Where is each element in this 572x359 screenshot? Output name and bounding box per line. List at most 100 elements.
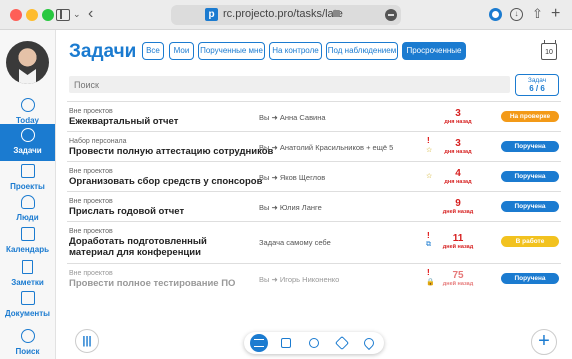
menu-button[interactable]: ||| <box>75 329 99 353</box>
extension-icon[interactable] <box>489 8 502 21</box>
task-project: Вне проектов <box>69 270 113 277</box>
back-arrow-icon[interactable]: ‹ <box>88 5 93 23</box>
status-badge: Поручена <box>501 273 559 284</box>
calendar-icon <box>21 227 35 241</box>
task-project: Вне проектов <box>69 198 113 205</box>
days-overdue: 4 дня назад <box>444 168 472 185</box>
status-badge: В работе <box>501 236 559 247</box>
archive-icon <box>21 291 35 305</box>
reload-icon[interactable] <box>385 9 397 21</box>
calendar-day-icon[interactable]: 10 <box>541 40 557 60</box>
notes-icon <box>22 260 33 274</box>
task-assignment: Вы ➜ Игорь Никоненко <box>259 275 340 284</box>
sidebar-item-calendar[interactable]: Календарь <box>0 223 55 260</box>
days-overdue: 3 дня назад <box>444 108 472 125</box>
sidebar-item-documents[interactable]: Документы <box>0 287 55 324</box>
lock-icon: 🔒 <box>426 279 435 286</box>
compass-icon <box>21 98 35 112</box>
chevron-down-icon[interactable]: ⌄ <box>73 9 81 20</box>
sidebar-item-search[interactable]: Поиск <box>0 325 55 359</box>
task-title: Ежеквартальный отчет <box>69 116 179 127</box>
days-overdue: 3 дня назад <box>444 138 472 155</box>
sidebar-item-label: Задачи <box>13 146 42 155</box>
star-icon[interactable]: ☆ <box>426 172 432 180</box>
star-icon[interactable]: ☆ <box>426 146 432 154</box>
sidebar-item-label: Проекты <box>10 182 45 191</box>
list-icon[interactable] <box>250 334 268 352</box>
sidebar-toggle-icon[interactable] <box>56 9 70 21</box>
filter-on-control-button[interactable]: На контроле <box>269 42 322 60</box>
lock-icon <box>333 10 340 17</box>
task-title: Доработать подготовленный материал для к… <box>69 236 207 258</box>
people-icon[interactable] <box>305 334 323 352</box>
status-badge: Поручена <box>501 201 559 212</box>
status-badge: Поручена <box>501 171 559 182</box>
briefcase-icon <box>21 164 35 178</box>
sidebar-item-label: Документы <box>5 309 50 318</box>
page-title: Задачи <box>69 41 137 62</box>
download-icon[interactable]: ↓ <box>510 8 523 21</box>
task-project: Вне проектов <box>69 228 113 235</box>
task-assignment: Вы ➜ Яков Щеглов <box>259 173 326 182</box>
priority-flag-icon: ! <box>427 136 430 145</box>
close-window-button[interactable] <box>10 9 22 21</box>
tag-icon[interactable] <box>333 334 351 352</box>
days-overdue: 9 дней назад <box>442 198 474 215</box>
site-favicon-icon: p <box>205 8 218 21</box>
address-bar[interactable]: p rc.projecto.pro/tasks/late <box>171 5 401 25</box>
task-title: Прислать годовой отчет <box>69 206 185 217</box>
new-tab-icon[interactable]: + <box>551 5 560 23</box>
avatar[interactable] <box>6 41 49 84</box>
sidebar: Today Задачи Проекты Люди Календарь Заме… <box>0 30 56 359</box>
table-row[interactable]: Вне проектов Прислать годовой отчет Вы ➜… <box>67 191 561 221</box>
bottom-toolbar <box>244 332 384 354</box>
minimize-window-button[interactable] <box>26 9 38 21</box>
check-circle-icon <box>21 128 35 142</box>
task-project: Вне проектов <box>69 108 113 115</box>
task-assignment: Задача самому себе <box>259 238 331 247</box>
person-icon <box>21 195 35 209</box>
sidebar-item-tasks[interactable]: Задачи <box>0 124 55 161</box>
app-window: Today Задачи Проекты Люди Календарь Заме… <box>0 30 572 359</box>
table-row[interactable]: Вне проектов Провести полное тестировани… <box>67 263 561 293</box>
table-row[interactable]: Вне проектов Организовать сбор средств у… <box>67 161 561 191</box>
sidebar-item-label: Люди <box>16 213 39 222</box>
task-assignment: Вы ➜ Анна Савина <box>259 113 326 122</box>
sidebar-item-label: Календарь <box>5 245 50 254</box>
filter-overdue-button[interactable]: Просроченные <box>402 42 466 60</box>
table-row[interactable]: Набор персонала Провести полную аттестац… <box>67 131 561 161</box>
filter-all-button[interactable]: Все <box>142 42 164 60</box>
counter-label: Задач <box>527 77 547 84</box>
url-text: rc.projecto.pro/tasks/late <box>223 8 343 20</box>
share-icon[interactable]: ⇧ <box>532 6 543 22</box>
filter-mine-button[interactable]: Мои <box>169 42 194 60</box>
task-assignment: Вы ➜ Юлия Ланге <box>259 203 322 212</box>
task-title: Провести полное тестирование ПО <box>69 278 236 289</box>
task-title: Провести полную аттестацию сотрудников <box>69 146 274 157</box>
filter-assigned-to-me-button[interactable]: Порученные мне <box>198 42 265 60</box>
task-project: Вне проектов <box>69 168 113 175</box>
sidebar-item-label: Поиск <box>15 347 40 356</box>
days-overdue: 11 дней назад <box>442 233 474 250</box>
task-title: Организовать сбор средств у спонсоров <box>69 176 263 187</box>
priority-flag-icon: ! <box>427 268 430 277</box>
sidebar-item-label: Заметки <box>11 278 44 287</box>
table-row[interactable]: Вне проектов Ежеквартальный отчет Вы ➜ А… <box>67 101 561 131</box>
table-row[interactable]: Вне проектов Доработать подготовленный м… <box>67 221 561 263</box>
task-assignment: Вы ➜ Анатолий Красильников + ещё 5 <box>259 143 394 152</box>
fullscreen-window-button[interactable] <box>42 9 54 21</box>
priority-flag-icon: ! <box>427 231 430 240</box>
status-badge: Поручена <box>501 141 559 152</box>
filter-watching-button[interactable]: Под наблюдением <box>326 42 398 60</box>
counter-value: 6 / 6 <box>529 84 545 93</box>
task-counter[interactable]: Задач 6 / 6 <box>515 74 559 96</box>
task-project: Набор персонала <box>69 138 127 145</box>
search-input[interactable] <box>69 76 510 93</box>
briefcase-icon[interactable] <box>277 334 295 352</box>
add-task-button[interactable]: + <box>531 329 557 355</box>
location-icon[interactable] <box>360 334 378 352</box>
browser-toolbar: ⌄ ‹ p rc.projecto.pro/tasks/late ↓ ⇧ + <box>0 0 572 30</box>
subtask-icon[interactable]: ⧉ <box>426 241 431 249</box>
status-badge: На проверке <box>501 111 559 122</box>
days-overdue: 75 дней назад <box>442 270 474 287</box>
